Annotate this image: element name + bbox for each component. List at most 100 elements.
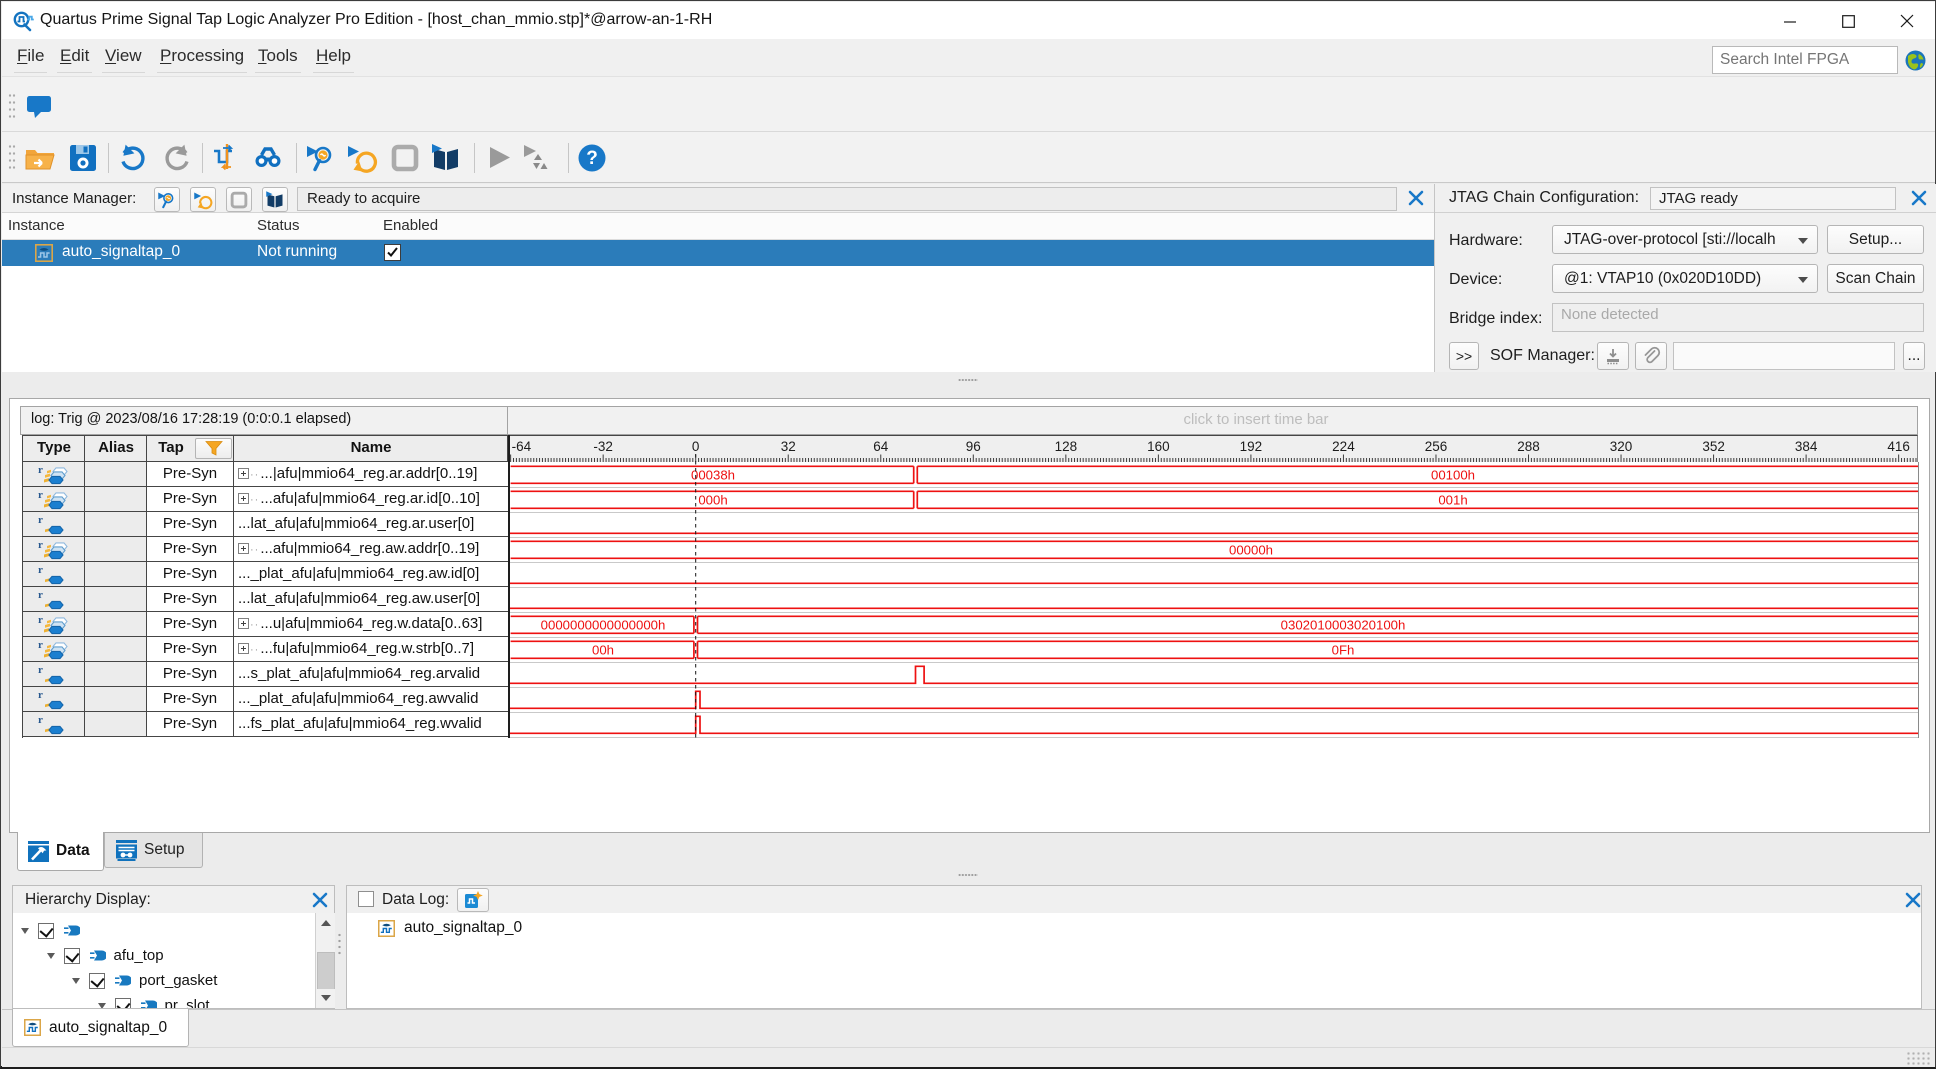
hierarchy-close-icon[interactable] (310, 890, 330, 910)
expand-icon[interactable] (238, 643, 249, 654)
read-data-icon[interactable] (429, 141, 463, 175)
signal-row[interactable]: rPre-Syn...lat_afu|afu|mmio64_reg.aw.use… (23, 587, 508, 612)
tab-data[interactable]: Data (17, 832, 104, 871)
signal-row[interactable]: rPre-Syn··...afu|mmio64_reg.aw.addr[0..1… (23, 537, 508, 562)
signal-name-cell[interactable]: ...s_plat_afu|afu|mmio64_reg.arvalid (234, 662, 508, 686)
tree-checkbox[interactable] (64, 948, 80, 964)
read-data-button[interactable] (262, 187, 288, 212)
run-icon[interactable] (482, 141, 516, 175)
column-header-alias[interactable]: Alias (85, 439, 147, 456)
signal-row[interactable]: rPre-Syn...s_plat_afu|afu|mmio64_reg.arv… (23, 662, 508, 687)
signal-alias[interactable] (85, 512, 147, 536)
trigger-setup-icon[interactable] (210, 141, 244, 175)
tree-node-root[interactable] (21, 918, 88, 943)
minimize-button[interactable] (1768, 8, 1812, 34)
signal-row[interactable]: rPre-Syn...fs_plat_afu|afu|mmio64_reg.wv… (23, 712, 508, 737)
title-bar[interactable]: Quartus Prime Signal Tap Logic Analyzer … (2, 2, 1935, 39)
expand-icon[interactable] (238, 543, 249, 554)
signal-row[interactable]: rPre-Syn··...u|afu|mmio64_reg.w.data[0..… (23, 612, 508, 637)
redo-icon[interactable] (160, 141, 194, 175)
filter-button[interactable] (195, 438, 232, 459)
hierarchy-scrollbar[interactable] (315, 913, 335, 1008)
instance-manager-close-icon[interactable] (1406, 188, 1426, 208)
signal-alias[interactable] (85, 587, 147, 611)
caret-down-icon[interactable] (98, 1003, 106, 1009)
run-analysis-icon[interactable] (304, 141, 338, 175)
help-icon[interactable]: ? (575, 141, 609, 175)
signal-alias[interactable] (85, 462, 147, 486)
signal-name-cell[interactable]: ...fs_plat_afu|afu|mmio64_reg.wvalid (234, 712, 508, 736)
tree-checkbox[interactable] (89, 973, 105, 989)
menu-edit[interactable]: Edit (60, 46, 89, 66)
comment-icon[interactable] (24, 91, 54, 121)
column-header-tap[interactable]: Tap (147, 439, 195, 456)
signal-alias[interactable] (85, 487, 147, 511)
enabled-checkbox[interactable] (384, 244, 401, 261)
tree-node-port_gasket[interactable]: port_gasket (72, 968, 217, 993)
scroll-down-icon[interactable] (317, 989, 335, 1007)
signal-alias[interactable] (85, 687, 147, 711)
signal-name-cell[interactable]: ...lat_afu|afu|mmio64_reg.aw.user[0] (234, 587, 508, 611)
signal-name-cell[interactable]: ..._plat_afu|afu|mmio64_reg.aw.id[0] (234, 562, 508, 586)
horizontal-splitter-handle-2[interactable] (958, 873, 978, 877)
maximize-button[interactable] (1826, 8, 1870, 34)
signal-name-cell[interactable]: ··...afu|mmio64_reg.aw.addr[0..19] (234, 537, 508, 561)
scrollbar-thumb[interactable] (317, 952, 335, 990)
scan-chain-button[interactable]: Scan Chain (1827, 264, 1924, 293)
rerun-icon[interactable] (345, 141, 379, 175)
hardware-select[interactable]: JTAG-over-protocol [sti://localh (1552, 225, 1818, 254)
setup-button[interactable]: Setup... (1827, 225, 1924, 254)
signal-row[interactable]: rPre-Syn...lat_afu|afu|mmio64_reg.ar.use… (23, 512, 508, 537)
signal-row[interactable]: rPre-Syn··...fu|afu|mmio64_reg.w.strb[0.… (23, 637, 508, 662)
tree-checkbox[interactable] (38, 923, 54, 939)
save-icon[interactable] (66, 141, 100, 175)
sof-attach-button[interactable] (1635, 342, 1667, 370)
menu-view[interactable]: View (105, 46, 142, 66)
stop-analysis-button[interactable] (226, 187, 252, 212)
open-file-icon[interactable] (23, 141, 57, 175)
menu-help[interactable]: Help (316, 46, 351, 66)
signal-name-cell[interactable]: ··...afu|afu|mmio64_reg.ar.id[0..10] (234, 487, 508, 511)
find-icon[interactable] (251, 141, 285, 175)
instance-column-status[interactable]: Status (257, 217, 300, 234)
expand-icon[interactable] (238, 468, 249, 479)
menu-file[interactable]: File (17, 46, 44, 66)
sof-file-field[interactable] (1673, 342, 1895, 370)
toolbar-drag-handle[interactable] (8, 143, 16, 173)
signal-name-cell[interactable]: ..._plat_afu|afu|mmio64_reg.awvalid (234, 687, 508, 711)
expand-icon[interactable] (238, 493, 249, 504)
data-log-checkbox[interactable] (358, 891, 374, 907)
signal-row[interactable]: rPre-Syn..._plat_afu|afu|mmio64_reg.awva… (23, 687, 508, 712)
new-log-button[interactable] (457, 888, 489, 912)
signal-alias[interactable] (85, 662, 147, 686)
signal-name-cell[interactable]: ··...|afu|mmio64_reg.ar.addr[0..19] (234, 462, 508, 486)
tree-checkbox[interactable] (115, 998, 131, 1009)
tree-node-afu_top[interactable]: afu_top (47, 943, 164, 968)
resize-grip[interactable] (1906, 1051, 1932, 1066)
tab-auto-signaltap-0[interactable]: auto_signaltap_0 (12, 1009, 189, 1047)
caret-down-icon[interactable] (72, 978, 80, 984)
undo-icon[interactable] (116, 141, 150, 175)
tab-setup[interactable]: Setup (104, 833, 203, 868)
data-log-close-icon[interactable] (1903, 890, 1923, 910)
signal-alias[interactable] (85, 637, 147, 661)
menu-processing[interactable]: Processing (160, 46, 244, 66)
jtag-close-icon[interactable] (1909, 188, 1929, 208)
signal-row[interactable]: rPre-Syn..._plat_afu|afu|mmio64_reg.aw.i… (23, 562, 508, 587)
instance-row[interactable]: auto_signaltap_0 Not running (2, 240, 1434, 266)
signal-alias[interactable] (85, 537, 147, 561)
menu-tools[interactable]: Tools (258, 46, 298, 66)
globe-icon[interactable] (1905, 50, 1926, 71)
data-log-item[interactable]: auto_signaltap_0 (378, 919, 522, 937)
signal-alias[interactable] (85, 612, 147, 636)
rerun-analysis-button[interactable] (190, 187, 216, 212)
timebar-cell[interactable]: click to insert time bar (508, 406, 1918, 435)
signal-name-cell[interactable]: ...lat_afu|afu|mmio64_reg.ar.user[0] (234, 512, 508, 536)
bridge-index-field[interactable]: None detected (1552, 303, 1924, 332)
vertical-splitter-handle[interactable] (337, 932, 342, 956)
tree-node-pr_slot[interactable]: pr_slot (98, 993, 210, 1008)
signal-name-cell[interactable]: ··...u|afu|mmio64_reg.w.data[0..63] (234, 612, 508, 636)
stop-icon[interactable] (388, 141, 422, 175)
sof-download-button[interactable] (1597, 342, 1629, 370)
instance-column-enabled[interactable]: Enabled (383, 217, 438, 234)
